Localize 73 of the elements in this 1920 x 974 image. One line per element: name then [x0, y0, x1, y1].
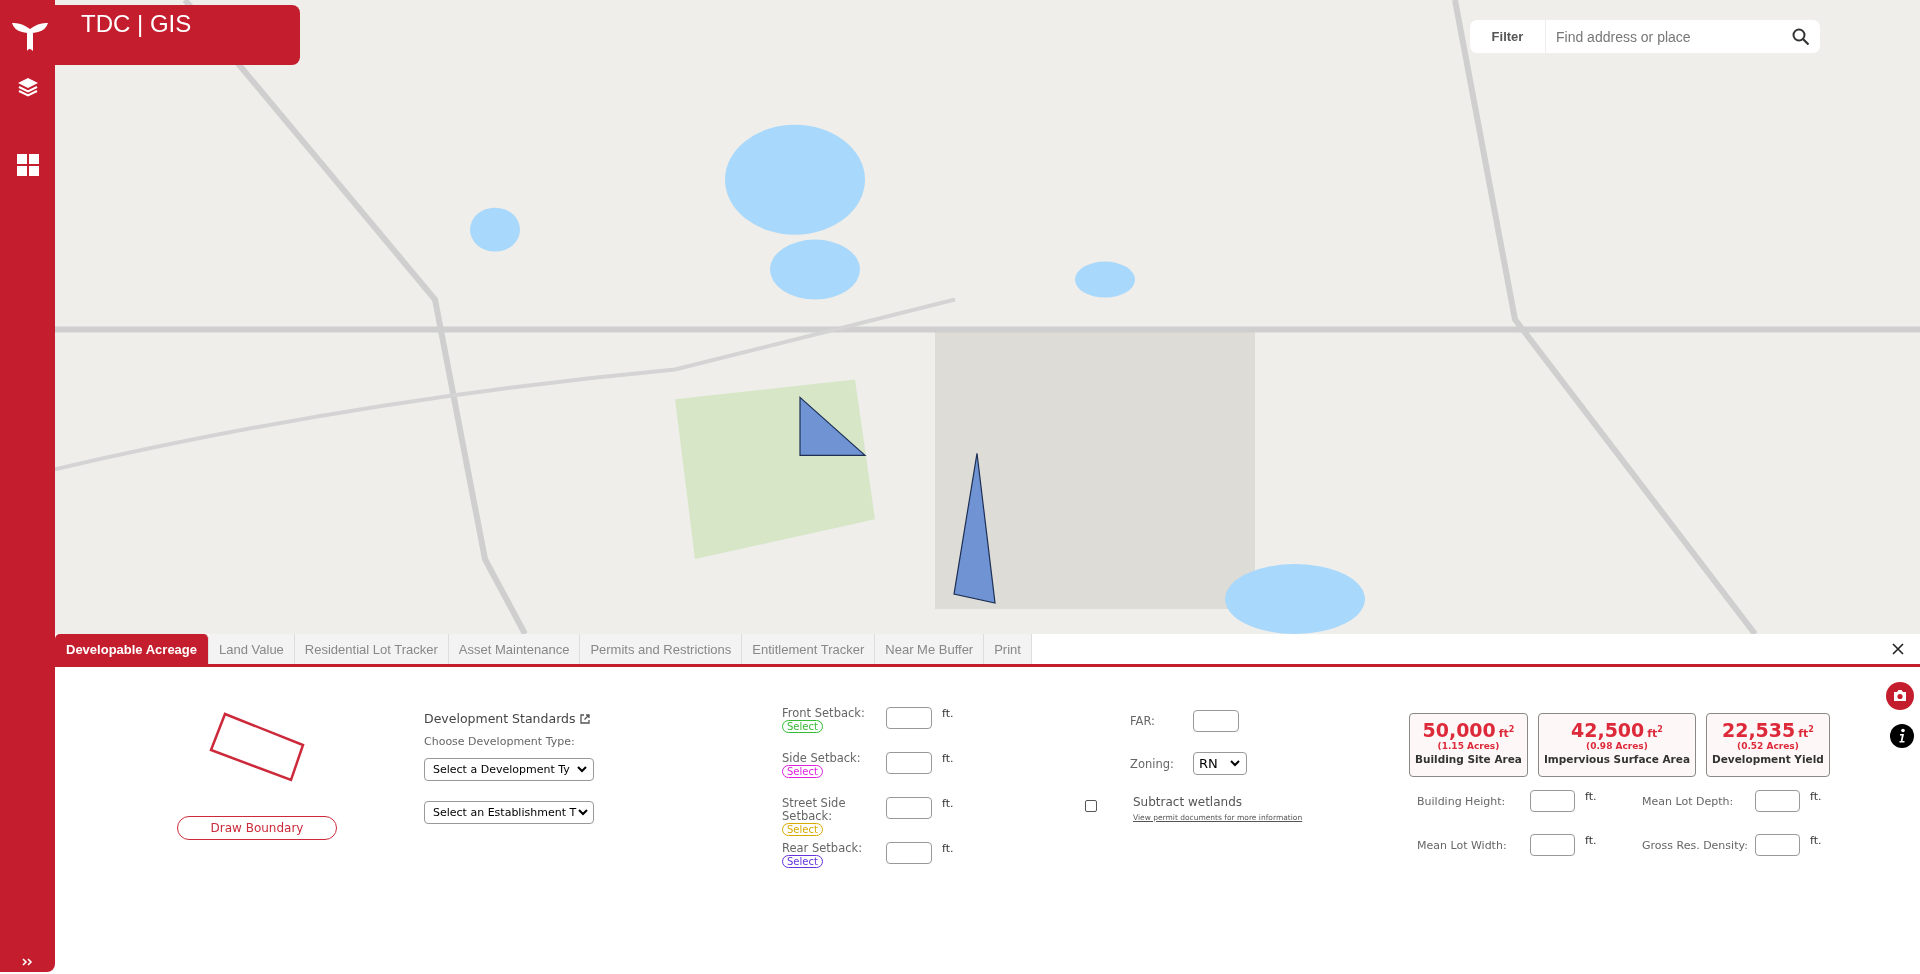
area-unit: ft$^{2}$: [1647, 725, 1663, 740]
unit-label: ft.: [1585, 834, 1598, 847]
tab[interactable]: Near Me Buffer: [875, 634, 985, 664]
field-label: Gross Res. Density:: [1642, 839, 1749, 852]
search-field[interactable]: Find address or place: [1546, 20, 1820, 53]
tab[interactable]: Permits and Restrictions: [580, 634, 743, 664]
tab[interactable]: Residential Lot Tracker: [294, 634, 449, 664]
unit-label: ft.: [1810, 790, 1823, 803]
field-label: Building Height:: [1417, 795, 1507, 808]
dropdown[interactable]: Select an Establishment T: [424, 801, 594, 824]
draw-boundary-button[interactable]: Draw Boundary: [177, 816, 337, 840]
app-title: TDC | GIS: [81, 10, 192, 38]
input-field[interactable]: [886, 797, 932, 819]
input-field[interactable]: [886, 842, 932, 864]
unit-label: ft.: [942, 797, 954, 810]
camera-icon[interactable]: [1886, 682, 1914, 710]
unit-label: ft.: [942, 752, 954, 765]
dropdown[interactable]: Select a Development Ty: [424, 758, 594, 781]
expand-icon[interactable]: [21, 958, 34, 966]
grid-icon[interactable]: [16, 154, 39, 176]
input-field[interactable]: [1755, 834, 1800, 856]
input-field[interactable]: [886, 707, 932, 729]
tab[interactable]: Developable Acreage: [55, 634, 210, 664]
field-label: Zoning:: [1130, 756, 1175, 771]
filter-button[interactable]: Filter: [1470, 20, 1546, 53]
field-label: Mean Lot Width:: [1417, 839, 1508, 852]
area-unit: ft$^{2}$: [1798, 725, 1814, 740]
result-label: Development Yield: [1712, 753, 1824, 765]
search-icon[interactable]: [1792, 28, 1810, 46]
layers-icon[interactable]: [16, 76, 39, 98]
caret-icon: [578, 809, 589, 816]
checkbox-label: Subtract wetlands: [1133, 795, 1243, 809]
result-value: 42,500: [1571, 719, 1645, 741]
input-field[interactable]: [886, 752, 932, 774]
unit-label: ft.: [1810, 834, 1823, 847]
tab[interactable]: Land Value: [209, 634, 295, 664]
close-icon[interactable]: [1892, 643, 1904, 655]
checkbox[interactable]: [1085, 800, 1097, 812]
unit-label: ft.: [942, 842, 954, 855]
result-value: 50,000: [1422, 719, 1496, 741]
result-label: Impervious Surface Area: [1543, 753, 1690, 765]
select-button[interactable]: Select: [782, 765, 823, 778]
select-button[interactable]: Select: [782, 823, 823, 836]
input-field[interactable]: [1530, 790, 1575, 812]
result-value: 22,535: [1721, 719, 1796, 741]
info-icon[interactable]: [1890, 724, 1914, 748]
input-field[interactable]: [1755, 790, 1800, 812]
acres-value: (0.52 Acres): [1737, 741, 1799, 751]
zoning-dropdown[interactable]: RN: [1193, 752, 1247, 775]
caret-icon: [1230, 760, 1240, 767]
caret-icon: [577, 766, 587, 773]
field-label: Street Side Setback:: [782, 797, 847, 823]
input-field[interactable]: [1530, 834, 1575, 856]
unit-label: ft.: [942, 707, 954, 720]
field-label: FAR:: [1130, 713, 1156, 728]
field-label: Choose Development Type:: [424, 735, 576, 748]
input-field[interactable]: [1193, 709, 1239, 732]
field-label: Front Setback:: [782, 707, 866, 720]
section-title: Development Standards: [424, 711, 576, 726]
external-link-icon[interactable]: [579, 713, 590, 724]
acres-value: (1.15 Acres): [1437, 741, 1500, 751]
tab[interactable]: Print: [984, 634, 1032, 664]
area-unit: ft$^{2}$: [1498, 725, 1515, 740]
unit-label: ft.: [1585, 790, 1598, 803]
tab[interactable]: Entitlement Tracker: [742, 634, 876, 664]
field-label: Mean Lot Depth:: [1642, 795, 1735, 808]
field-label: Side Setback:: [782, 752, 862, 765]
select-button[interactable]: Select: [782, 855, 823, 868]
tab[interactable]: Asset Maintenance: [448, 634, 581, 664]
result-label: Building Site Area: [1415, 753, 1522, 765]
field-label: Rear Setback:: [782, 842, 864, 855]
select-button[interactable]: Select: [782, 720, 823, 733]
acres-value: (0.98 Acres): [1586, 741, 1648, 751]
